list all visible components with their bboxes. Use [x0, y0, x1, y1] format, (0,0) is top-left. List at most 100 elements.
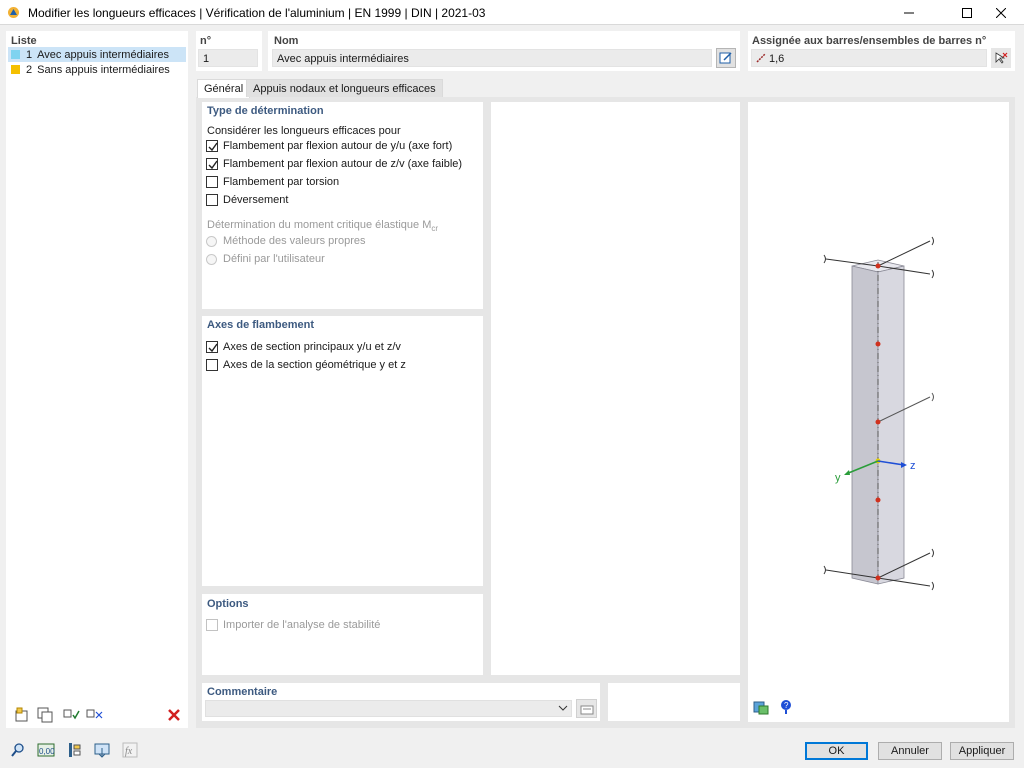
- minimize-icon: [904, 12, 914, 13]
- buckling-axes-group: [202, 316, 483, 586]
- critical-moment-label: Détermination du moment critique élastiq…: [207, 219, 438, 233]
- member-preview: y z: [823, 236, 934, 591]
- comment-library-button[interactable]: [576, 699, 597, 718]
- minimize-button[interactable]: [886, 0, 932, 25]
- model-icon: [69, 743, 81, 757]
- apply-button[interactable]: Appliquer: [950, 742, 1014, 760]
- type-determination-title: Type de détermination: [207, 105, 324, 117]
- y-axis-arrowhead: [844, 470, 850, 475]
- check-all-button[interactable]: [62, 706, 82, 724]
- edit-icon: [719, 52, 732, 64]
- checkbox[interactable]: [206, 140, 218, 152]
- check-flexural-y[interactable]: Flambement par flexion autour de y/u (ax…: [206, 139, 452, 153]
- checkbox[interactable]: [206, 341, 218, 353]
- consider-lengths-label: Considérer les longueurs efficaces pour: [207, 125, 401, 137]
- number-field[interactable]: 1: [198, 49, 258, 67]
- svg-text:0,00: 0,00: [39, 747, 55, 756]
- select-members-button[interactable]: [991, 48, 1011, 68]
- copy-icon: [37, 707, 53, 723]
- checkbox[interactable]: [206, 359, 218, 371]
- check-all-icon: [63, 709, 80, 720]
- units-button[interactable]: 0,00: [36, 741, 56, 759]
- name-field[interactable]: Avec appuis intermédiaires: [272, 49, 712, 67]
- comment-extra-panel: [608, 683, 740, 721]
- uncheck-icon: [86, 709, 103, 719]
- new-item-button[interactable]: [12, 706, 32, 724]
- units-icon: 0,00: [37, 743, 55, 757]
- radio-user-defined[interactable]: Défini par l'utilisateur: [206, 252, 325, 266]
- checkbox-label: Flambement par flexion autour de y/u (ax…: [223, 140, 453, 152]
- list-panel: [6, 31, 188, 728]
- assigned-field[interactable]: 1,6: [751, 49, 987, 67]
- list-item-2[interactable]: 2 Sans appuis intermédiaires: [8, 62, 186, 77]
- chevron-down-icon: [558, 705, 568, 711]
- comment-field[interactable]: [205, 700, 572, 717]
- svg-text:fx: fx: [125, 746, 133, 757]
- color-swatch: [11, 50, 20, 59]
- checkbox[interactable]: [206, 176, 218, 188]
- details-panel: [491, 102, 740, 675]
- uncheck-all-button[interactable]: [85, 706, 105, 724]
- check-principal-axes[interactable]: Axes de section principaux y/u et z/v: [206, 340, 401, 354]
- svg-text:?: ?: [784, 701, 789, 710]
- checkmark-icon: [208, 343, 218, 353]
- app-icon: [8, 7, 19, 18]
- checkbox-label: Importer de l'analyse de stabilité: [223, 619, 381, 631]
- y-axis-label: y: [835, 472, 841, 484]
- edit-name-button[interactable]: [716, 48, 736, 68]
- check-import-stability[interactable]: Importer de l'analyse de stabilité: [206, 618, 380, 632]
- radio-eigenvalue[interactable]: Méthode des valeurs propres: [206, 234, 365, 248]
- ok-button[interactable]: OK: [805, 742, 868, 760]
- cancel-button[interactable]: Annuler: [878, 742, 942, 760]
- checkmark-icon: [208, 160, 218, 170]
- checkbox[interactable]: [206, 194, 218, 206]
- view-button[interactable]: [92, 741, 112, 759]
- tab-nodal-supports[interactable]: Appuis nodaux et longueurs efficaces: [246, 79, 443, 97]
- preview-panel: y z: [748, 102, 1009, 722]
- z-axis-label: z: [910, 460, 916, 472]
- list-item-label: Avec appuis intermédiaires: [37, 48, 169, 61]
- maximize-icon: [962, 7, 972, 18]
- copy-item-button[interactable]: [35, 706, 55, 724]
- checkmark-icon: [208, 142, 218, 152]
- search-icon: [11, 743, 24, 757]
- close-button[interactable]: [978, 0, 1024, 25]
- view-settings-icon: [753, 701, 769, 715]
- delete-button[interactable]: [164, 706, 184, 724]
- assigned-value: 1,6: [769, 53, 785, 65]
- tab-general[interactable]: Général: [197, 79, 251, 98]
- list-item-1[interactable]: 1 Avec appuis intermédiaires: [8, 47, 186, 62]
- critical-moment-text: Détermination du moment critique élastiq…: [207, 219, 432, 231]
- checkbox[interactable]: [206, 619, 218, 631]
- check-torsional[interactable]: Flambement par torsion: [206, 175, 339, 189]
- checkbox[interactable]: [206, 158, 218, 170]
- window-title: Modifier les longueurs efficaces | Vérif…: [28, 6, 486, 20]
- function-button[interactable]: fx: [120, 741, 140, 759]
- check-flexural-z[interactable]: Flambement par flexion autour de z/v (ax…: [206, 157, 462, 171]
- checkbox-label: Flambement par torsion: [223, 176, 340, 188]
- delete-icon: [168, 709, 180, 721]
- checkbox-label: Déversement: [223, 194, 289, 206]
- title-bar: Modifier les longueurs efficaces | Vérif…: [0, 0, 1024, 25]
- radio-label: Méthode des valeurs propres: [223, 235, 366, 247]
- options-title: Options: [207, 598, 249, 610]
- info-icon: ?: [781, 700, 791, 714]
- model-data-button[interactable]: [64, 741, 84, 759]
- checkbox-label: Axes de section principaux y/u et z/v: [223, 341, 401, 353]
- view-icon: [94, 743, 110, 758]
- search-button[interactable]: [8, 741, 28, 759]
- list-item-number: 1: [26, 48, 33, 61]
- check-lateral-torsional[interactable]: Déversement: [206, 193, 288, 207]
- list-item-number: 2: [26, 63, 33, 76]
- color-swatch: [11, 65, 20, 74]
- assigned-label: Assignée aux barres/ensembles de barres …: [752, 35, 987, 47]
- radio-button[interactable]: [206, 235, 217, 247]
- info-button[interactable]: ?: [776, 698, 796, 716]
- radio-button[interactable]: [206, 253, 217, 265]
- check-geometric-axes[interactable]: Axes de la section géométrique y et z: [206, 358, 406, 372]
- view-settings-button[interactable]: [751, 698, 771, 716]
- new-item-icon: [15, 707, 28, 722]
- buckling-axes-title: Axes de flambement: [207, 319, 314, 331]
- member-icon: [756, 53, 766, 63]
- cursor-pick-icon: [995, 52, 1008, 64]
